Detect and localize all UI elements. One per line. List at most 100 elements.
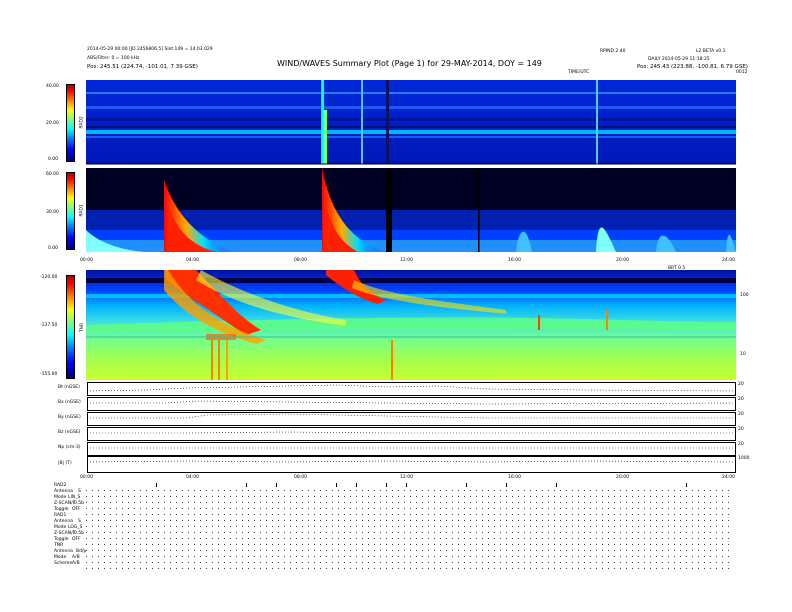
footer-dot xyxy=(254,538,255,539)
footer-dot xyxy=(122,532,123,533)
footer-dot xyxy=(188,568,189,569)
rad1-tick-top: 60.00 xyxy=(46,172,59,177)
footer-dot xyxy=(98,514,99,515)
footer-dot xyxy=(218,508,219,509)
footer-dot xyxy=(188,514,189,515)
footer-dot xyxy=(512,502,513,503)
footer-dot xyxy=(584,490,585,491)
footer-dot xyxy=(542,496,543,497)
footer-key: Z-SCAN/F xyxy=(54,531,76,536)
footer-dot xyxy=(248,544,249,545)
footer-val: OFF xyxy=(72,537,81,542)
footer-dot xyxy=(368,508,369,509)
footer-dot xyxy=(440,514,441,515)
footer-dot xyxy=(716,508,717,509)
footer-dot xyxy=(614,568,615,569)
footer-dot xyxy=(626,562,627,563)
footer-dot xyxy=(194,526,195,527)
footer-dot xyxy=(596,520,597,521)
footer-dot xyxy=(482,490,483,491)
footer-dot xyxy=(86,544,87,545)
footer-dot xyxy=(620,496,621,497)
footer-dot xyxy=(476,538,477,539)
footer-dot xyxy=(560,502,561,503)
footer-dot xyxy=(590,532,591,533)
footer-dot xyxy=(308,514,309,515)
footer-dot xyxy=(302,550,303,551)
footer-dot xyxy=(680,556,681,557)
footer-dot xyxy=(416,556,417,557)
footer-dot xyxy=(92,538,93,539)
footer-dot xyxy=(260,520,261,521)
footer-dot xyxy=(470,514,471,515)
footer-dot xyxy=(512,550,513,551)
footer-dot xyxy=(326,526,327,527)
footer-dot xyxy=(620,556,621,557)
footer-dot xyxy=(392,526,393,527)
footer-dot xyxy=(188,544,189,545)
footer-dot xyxy=(410,556,411,557)
footer-dot xyxy=(278,496,279,497)
footer-dot xyxy=(230,556,231,557)
footer-dot xyxy=(86,526,87,527)
tnr-right-tick-100: 100 xyxy=(740,293,749,298)
footer-dot xyxy=(284,496,285,497)
footer-dot xyxy=(662,550,663,551)
footer-dot xyxy=(116,526,117,527)
footer-dot xyxy=(542,508,543,509)
footer-dot xyxy=(248,502,249,503)
footer-dot xyxy=(488,520,489,521)
footer-dot xyxy=(608,532,609,533)
footer-dot xyxy=(524,532,525,533)
footer-dot xyxy=(290,568,291,569)
footer-dot xyxy=(476,526,477,527)
footer-dot xyxy=(650,496,651,497)
footer-dot xyxy=(368,532,369,533)
footer-dot xyxy=(122,544,123,545)
footer-dot xyxy=(578,502,579,503)
footer-dot xyxy=(668,532,669,533)
header-right-line-2: DAILY 2014-05-29 11:18:25 xyxy=(648,57,710,62)
footer-dot xyxy=(164,520,165,521)
footer-dot xyxy=(92,544,93,545)
footer-dot xyxy=(500,550,501,551)
footer-dot xyxy=(572,568,573,569)
footer-dot xyxy=(662,568,663,569)
footer-dot xyxy=(218,496,219,497)
footer-dot xyxy=(320,490,321,491)
footer-dot xyxy=(248,496,249,497)
footer-dot xyxy=(308,490,309,491)
footer-dot xyxy=(326,556,327,557)
footer-key: Scheme xyxy=(54,561,73,566)
footer-dot xyxy=(464,532,465,533)
footer-dot xyxy=(524,544,525,545)
footer-dot xyxy=(452,514,453,515)
footer-dot xyxy=(152,550,153,551)
header-right-line-1: RPIND 2.40 xyxy=(600,49,626,54)
footer-dot xyxy=(206,496,207,497)
footer-dot xyxy=(728,508,729,509)
footer-dot xyxy=(254,532,255,533)
footer-dot xyxy=(428,550,429,551)
footer-dot xyxy=(170,544,171,545)
footer-dot xyxy=(476,532,477,533)
footer-dot xyxy=(662,544,663,545)
footer-dot xyxy=(476,508,477,509)
footer-dot xyxy=(650,520,651,521)
footer-dot xyxy=(470,496,471,497)
footer-dot xyxy=(386,568,387,569)
footer-dot xyxy=(566,568,567,569)
footer-dot xyxy=(626,532,627,533)
footer-dot xyxy=(482,508,483,509)
footer-dot xyxy=(176,520,177,521)
footer-dot xyxy=(446,568,447,569)
mag-label: Bt (nGSE) xyxy=(58,385,80,390)
footer-dot xyxy=(632,526,633,527)
footer-dot xyxy=(554,514,555,515)
footer-dot xyxy=(710,544,711,545)
footer-dot xyxy=(458,508,459,509)
footer-dot xyxy=(128,502,129,503)
footer-dot xyxy=(140,562,141,563)
footer-dot xyxy=(476,568,477,569)
footer-dot xyxy=(212,514,213,515)
